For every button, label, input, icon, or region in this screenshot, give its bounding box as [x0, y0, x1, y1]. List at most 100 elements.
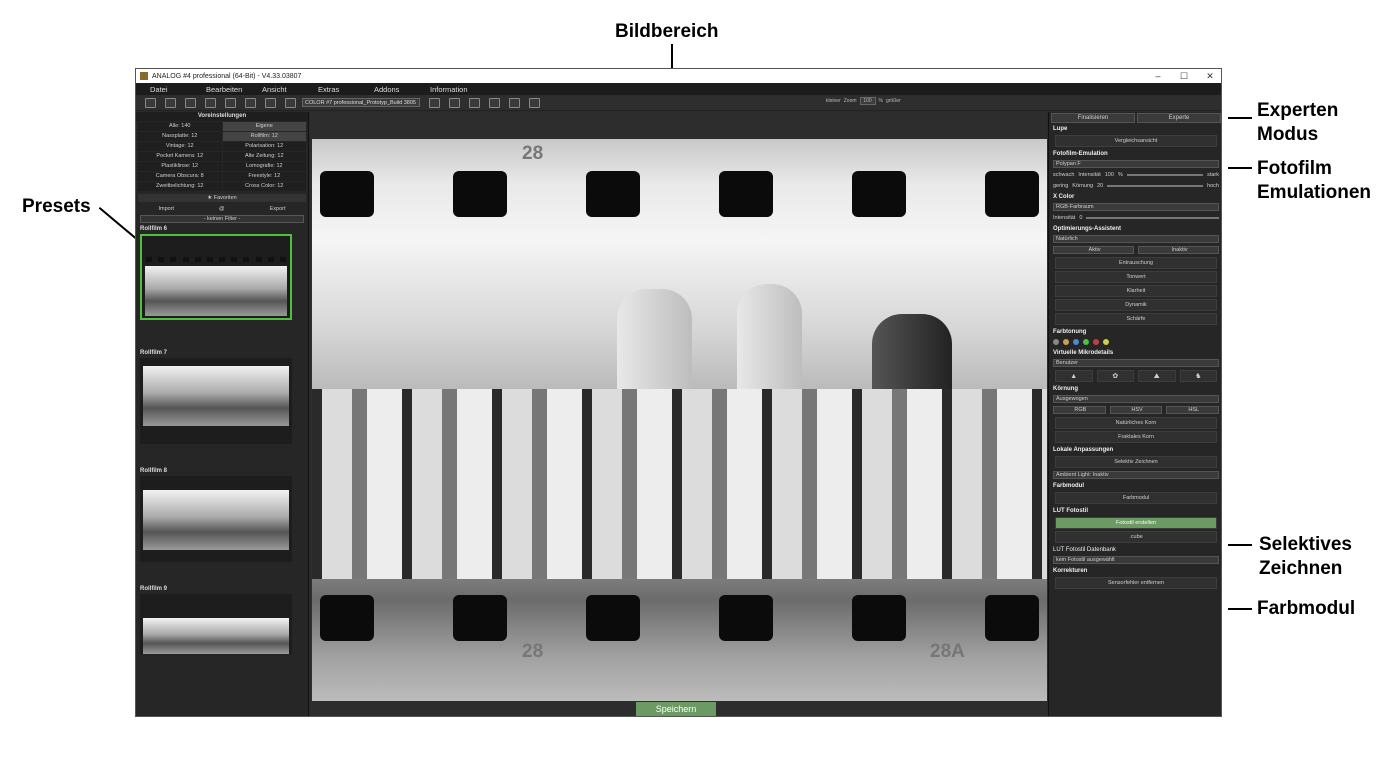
link-icon[interactable] — [225, 97, 236, 108]
open-icon[interactable] — [165, 97, 176, 108]
minimize-button[interactable]: – — [1147, 71, 1169, 81]
xcolor-select[interactable]: RGB-Farbraum — [1053, 203, 1219, 211]
new-icon[interactable] — [145, 97, 156, 108]
preset-add-icon[interactable] — [429, 97, 440, 108]
category-item[interactable]: Camera Obscura: 8 — [138, 172, 222, 181]
tint-swatch[interactable] — [1083, 339, 1089, 345]
tint-swatch[interactable] — [1053, 339, 1059, 345]
thumbnail-image — [143, 490, 289, 550]
dynamics-button[interactable]: Dynamik — [1055, 299, 1217, 311]
aktiv-toggle[interactable]: Aktiv — [1053, 246, 1134, 254]
compare-button[interactable]: Vergleichsansicht — [1055, 135, 1217, 147]
sharpen-button[interactable]: Schärfe — [1055, 313, 1217, 325]
cube-button[interactable]: .cube — [1055, 531, 1217, 543]
animal-icon[interactable]: ♞ — [1179, 370, 1217, 382]
preset-select[interactable]: COLOR #7 professional_Prototyp_Build 380… — [302, 98, 420, 107]
rgb-button[interactable]: RGB — [1053, 406, 1106, 414]
category-item[interactable]: Pocket Kamera: 12 — [138, 152, 222, 161]
tint-swatch[interactable] — [1093, 339, 1099, 345]
preset-edit-icon[interactable] — [449, 97, 460, 108]
grain-value[interactable]: 20 — [1097, 183, 1103, 189]
category-item[interactable]: Alte Zeitung: 12 — [222, 152, 306, 161]
menu-extras[interactable]: Extras — [318, 85, 374, 94]
film-select[interactable]: Polypan F — [1053, 160, 1219, 168]
category-item[interactable]: Nassplatte: 12 — [138, 132, 222, 141]
section-koernung: Körnung — [1053, 386, 1078, 392]
filter-select[interactable]: - keinen Filter - — [140, 215, 304, 223]
ambient-light-select[interactable]: Ambient Light: Inaktiv — [1053, 471, 1219, 479]
category-item[interactable]: Freestyle: 12 — [222, 172, 306, 181]
selective-draw-button[interactable]: Selektiv Zeichnen — [1055, 456, 1217, 468]
preset-thumbnail-rollfilm-9[interactable] — [140, 594, 292, 654]
intensity-value[interactable]: 100 — [1105, 172, 1114, 178]
favorites-button[interactable]: ★ Favoriten — [138, 194, 306, 202]
category-item[interactable]: Polarisation: 12 — [222, 142, 306, 151]
category-own[interactable]: Eigene — [222, 122, 306, 131]
category-item[interactable]: Lomografie: 12 — [222, 162, 306, 171]
menu-addons[interactable]: Addons — [374, 85, 430, 94]
section-fotofilm: Fotofilm-Emulation — [1053, 151, 1108, 157]
xcolor-slider[interactable] — [1086, 217, 1219, 219]
flower-icon[interactable]: ✿ — [1096, 370, 1134, 382]
category-item[interactable]: Vintage: 12 — [138, 142, 222, 151]
inaktiv-toggle[interactable]: Inaktiv — [1138, 246, 1219, 254]
fractal-grain-button[interactable]: Fraktales Korn — [1055, 431, 1217, 443]
menu-information[interactable]: Information — [430, 85, 486, 94]
thumbnail-image — [145, 266, 287, 316]
zoom-input[interactable]: 100 — [859, 97, 876, 105]
share-icon[interactable] — [285, 97, 296, 108]
at-icon[interactable]: @ — [219, 206, 225, 212]
optimization-select[interactable]: Natürlich — [1053, 235, 1219, 243]
save-icon[interactable] — [245, 97, 256, 108]
tint-swatch[interactable] — [1103, 339, 1109, 345]
film-icon[interactable] — [489, 97, 500, 108]
tint-swatches — [1053, 337, 1219, 347]
batch-icon[interactable] — [205, 97, 216, 108]
mountain-icon[interactable]: ⛰ — [1138, 370, 1176, 382]
copy-icon[interactable] — [185, 97, 196, 108]
xcolor-intensity-value[interactable]: 0 — [1079, 215, 1082, 221]
tint-swatch[interactable] — [1073, 339, 1079, 345]
hsv-button[interactable]: HSV — [1109, 406, 1163, 414]
save-button[interactable]: Speichern — [636, 702, 716, 716]
tone-button[interactable]: Tonwert — [1055, 271, 1217, 283]
export-button[interactable]: Export — [270, 206, 286, 212]
hsl-button[interactable]: HSL — [1166, 406, 1220, 414]
crop-icon[interactable] — [529, 97, 540, 108]
section-lupe[interactable]: Lupe — [1049, 124, 1221, 133]
menu-bearbeiten[interactable]: Bearbeiten — [206, 85, 262, 94]
create-style-button[interactable]: Fotostil erstellen — [1055, 517, 1217, 529]
sensor-fix-button[interactable]: Sensorfehler entfernen — [1055, 577, 1217, 589]
preset-thumbnail-rollfilm-8[interactable] — [140, 476, 292, 562]
import-button[interactable]: Import — [158, 206, 174, 212]
landscape-icon[interactable]: ▲ — [1055, 370, 1093, 382]
intensity-slider[interactable] — [1126, 174, 1204, 176]
print-icon[interactable] — [265, 97, 276, 108]
category-all[interactable]: Alle: 140 — [138, 122, 222, 131]
settings-icon[interactable] — [509, 97, 520, 108]
maximize-button[interactable]: ☐ — [1173, 71, 1195, 82]
grain-select[interactable]: Ausgewogen — [1053, 395, 1219, 403]
tab-expert[interactable]: Experte — [1137, 113, 1221, 123]
grain-slider[interactable] — [1107, 185, 1204, 187]
category-item[interactable]: Plastiklinse: 12 — [138, 162, 222, 171]
category-item[interactable]: Cross Color: 12 — [222, 182, 306, 191]
lut-select[interactable]: kein Fotostil ausgewählt — [1053, 556, 1219, 564]
menu-datei[interactable]: Datei — [150, 85, 206, 94]
preset-thumbnail-rollfilm-7[interactable] — [140, 358, 292, 444]
close-button[interactable]: ✕ — [1199, 71, 1221, 82]
image-area[interactable]: 28 28 28A Speichern — [310, 112, 1047, 716]
color-module-button[interactable]: Farbmodul — [1055, 492, 1217, 504]
natural-grain-button[interactable]: Natürliches Korn — [1055, 417, 1217, 429]
clarity-button[interactable]: Klarheit — [1055, 285, 1217, 297]
preview-image[interactable]: 28 28 28A — [312, 139, 1047, 701]
tint-swatch[interactable] — [1063, 339, 1069, 345]
denoise-button[interactable]: Entrauschung — [1055, 257, 1217, 269]
export-icon[interactable] — [469, 97, 480, 108]
tab-finalize[interactable]: Finalisieren — [1051, 113, 1135, 123]
category-item[interactable]: Rollfilm: 12 — [222, 132, 306, 141]
category-item[interactable]: Zweitbelichtung: 12 — [138, 182, 222, 191]
preset-thumbnail-rollfilm-6[interactable] — [140, 234, 292, 320]
mikro-select[interactable]: Benutzer — [1053, 359, 1219, 367]
menu-ansicht[interactable]: Ansicht — [262, 85, 318, 94]
